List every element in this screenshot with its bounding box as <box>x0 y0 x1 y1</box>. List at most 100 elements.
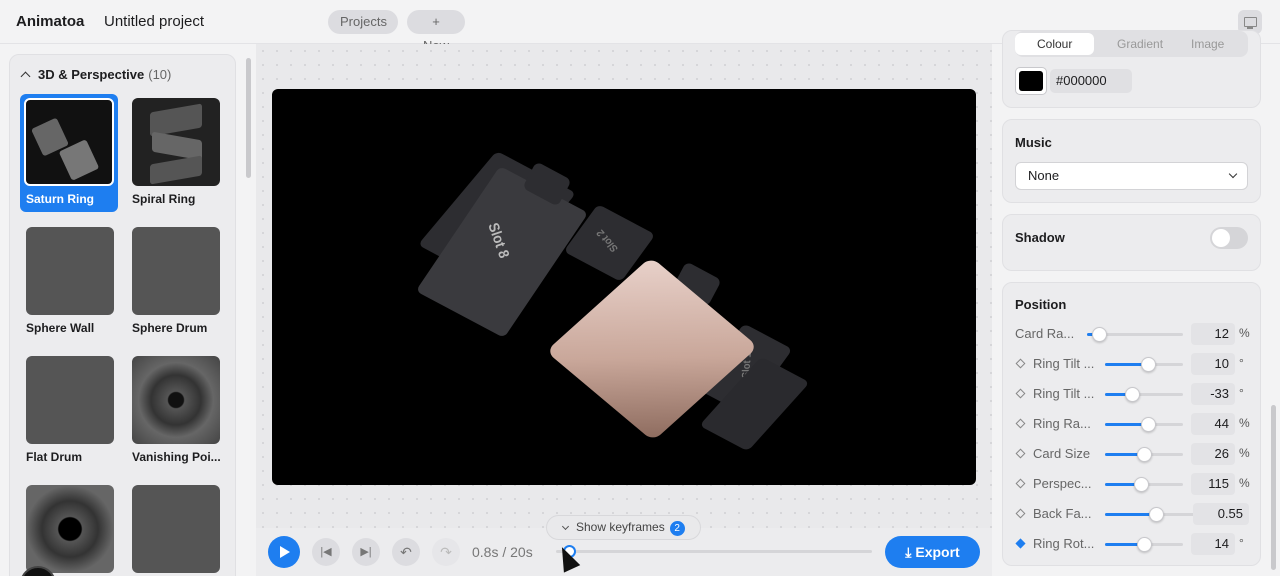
position-title: Position <box>1015 297 1067 312</box>
position-value-input[interactable]: 44 <box>1191 413 1235 435</box>
download-icon: ⤓ <box>905 544 916 560</box>
position-unit: ° <box>1239 386 1244 400</box>
fill-type-tabs: Colour Gradient Image <box>1015 31 1248 57</box>
template-label: Sphere Drum <box>132 321 208 335</box>
position-row-label: Ring Ra... <box>1033 416 1091 431</box>
redo-icon[interactable]: ↷ <box>432 538 460 566</box>
preview-stage[interactable]: Slot 8 Slot 2 Slot 1 <box>272 89 976 485</box>
app-logo: Animatoa <box>16 13 85 30</box>
tab-image[interactable]: Image <box>1191 37 1224 51</box>
panel-scrollbar[interactable] <box>1271 405 1276 570</box>
keyframe-diamond-icon[interactable] <box>1015 358 1026 369</box>
template-spiral-ring[interactable]: Spiral Ring <box>126 94 224 212</box>
new-project-button[interactable]: + New <box>407 10 465 53</box>
keyframes-count-badge: 2 <box>669 521 685 536</box>
skip-forward-icon[interactable]: ▶| <box>352 538 380 566</box>
position-value-input[interactable]: 12 <box>1191 323 1235 345</box>
project-title[interactable]: Untitled project <box>104 13 204 30</box>
position-row-label: Card Size <box>1033 446 1091 461</box>
shadow-card: Shadow <box>1002 214 1261 271</box>
position-value-input[interactable]: 10 <box>1191 353 1235 375</box>
template-label: Sphere Wall <box>26 321 95 335</box>
template-tunnel[interactable] <box>20 481 118 576</box>
position-row-label: Ring Tilt ... <box>1033 356 1095 371</box>
template-thumbnail <box>132 485 220 573</box>
position-slider[interactable] <box>1105 387 1183 402</box>
position-unit: % <box>1239 326 1250 340</box>
template-grid[interactable] <box>126 481 224 576</box>
music-select[interactable]: None <box>1015 162 1248 190</box>
category-header[interactable]: 3D & Perspective (10) <box>20 67 171 82</box>
play-button[interactable] <box>268 536 300 568</box>
colour-swatch[interactable] <box>1015 67 1047 95</box>
colour-hex-input[interactable]: #000000 <box>1050 69 1132 93</box>
position-slider[interactable] <box>1105 417 1183 432</box>
tab-colour[interactable]: Colour <box>1015 33 1095 55</box>
position-slider[interactable] <box>1087 327 1183 342</box>
chevron-up-icon <box>20 71 31 82</box>
slider-knob[interactable] <box>1091 327 1107 342</box>
slider-knob[interactable] <box>1140 357 1156 372</box>
template-sphere-wall[interactable]: Sphere Wall <box>20 223 118 341</box>
keyframe-diamond-icon[interactable] <box>1015 478 1026 489</box>
template-thumbnail <box>26 356 114 444</box>
export-label: Export <box>915 544 960 560</box>
template-thumbnail <box>132 356 220 444</box>
category-title: 3D & Perspective <box>38 67 145 82</box>
position-row: Back Fa... 0.55 <box>1015 502 1255 526</box>
keyframe-diamond-icon[interactable] <box>1015 448 1026 459</box>
tab-gradient[interactable]: Gradient <box>1117 37 1163 51</box>
skip-back-icon[interactable]: |◀ <box>312 538 340 566</box>
position-value-input[interactable]: 0.55 <box>1193 503 1249 525</box>
keyframe-diamond-icon[interactable] <box>1015 388 1026 399</box>
position-slider[interactable] <box>1105 477 1183 492</box>
slider-knob[interactable] <box>1137 537 1152 552</box>
chevron-down-icon <box>1228 169 1238 179</box>
template-thumbnail <box>132 98 220 186</box>
position-row-label: Back Fa... <box>1033 506 1092 521</box>
position-row-label: Card Ra... <box>1015 326 1075 341</box>
position-unit: % <box>1239 476 1250 490</box>
music-title: Music <box>1015 135 1052 150</box>
template-library: 3D & Perspective (10) Saturn Ring Spiral … <box>0 44 255 576</box>
music-card: Music None <box>1002 119 1261 203</box>
position-row-label: Ring Tilt ... <box>1033 386 1095 401</box>
template-sphere-drum[interactable]: Sphere Drum <box>126 223 224 341</box>
template-label: Spiral Ring <box>132 192 196 206</box>
timeline-scrubber[interactable] <box>556 550 872 553</box>
slider-knob[interactable] <box>1137 447 1152 462</box>
position-value-input[interactable]: 26 <box>1191 443 1235 465</box>
template-vanishing-point[interactable]: Vanishing Poi... <box>126 352 224 470</box>
position-unit: % <box>1239 416 1250 430</box>
slider-knob[interactable] <box>1125 387 1141 402</box>
slider-knob[interactable] <box>1140 417 1156 432</box>
keyframe-diamond-icon[interactable] <box>1015 538 1026 549</box>
show-keyframes-button[interactable]: Show keyframes 2 <box>546 515 701 540</box>
keyframe-diamond-icon[interactable] <box>1015 508 1026 519</box>
slider-knob[interactable] <box>1148 507 1164 522</box>
position-unit: % <box>1239 446 1250 460</box>
shadow-toggle[interactable] <box>1210 227 1248 249</box>
keyframes-label: Show keyframes <box>576 520 665 534</box>
position-slider[interactable] <box>1105 507 1197 522</box>
position-unit: ° <box>1239 536 1244 550</box>
slider-knob[interactable] <box>1133 477 1149 492</box>
position-row: Ring Tilt ... 10 ° <box>1015 352 1255 376</box>
template-label: Saturn Ring <box>26 192 94 206</box>
library-scrollbar[interactable] <box>246 58 251 178</box>
template-saturn-ring[interactable]: Saturn Ring <box>20 94 118 212</box>
position-value-input[interactable]: 115 <box>1191 473 1235 495</box>
position-value-input[interactable]: 14 <box>1191 533 1235 555</box>
template-flat-drum[interactable]: Flat Drum <box>20 352 118 470</box>
position-slider[interactable] <box>1105 537 1183 552</box>
template-label: Vanishing Poi... <box>132 450 221 464</box>
position-slider[interactable] <box>1105 447 1183 462</box>
position-value-input[interactable]: -33 <box>1191 383 1235 405</box>
undo-icon[interactable]: ↶ <box>392 538 420 566</box>
template-thumbnail <box>26 485 114 573</box>
export-button[interactable]: ⤓ Export <box>885 536 980 568</box>
template-label: Flat Drum <box>26 450 83 464</box>
keyframe-diamond-icon[interactable] <box>1015 418 1026 429</box>
position-slider[interactable] <box>1105 357 1183 372</box>
projects-button[interactable]: Projects <box>328 10 398 34</box>
